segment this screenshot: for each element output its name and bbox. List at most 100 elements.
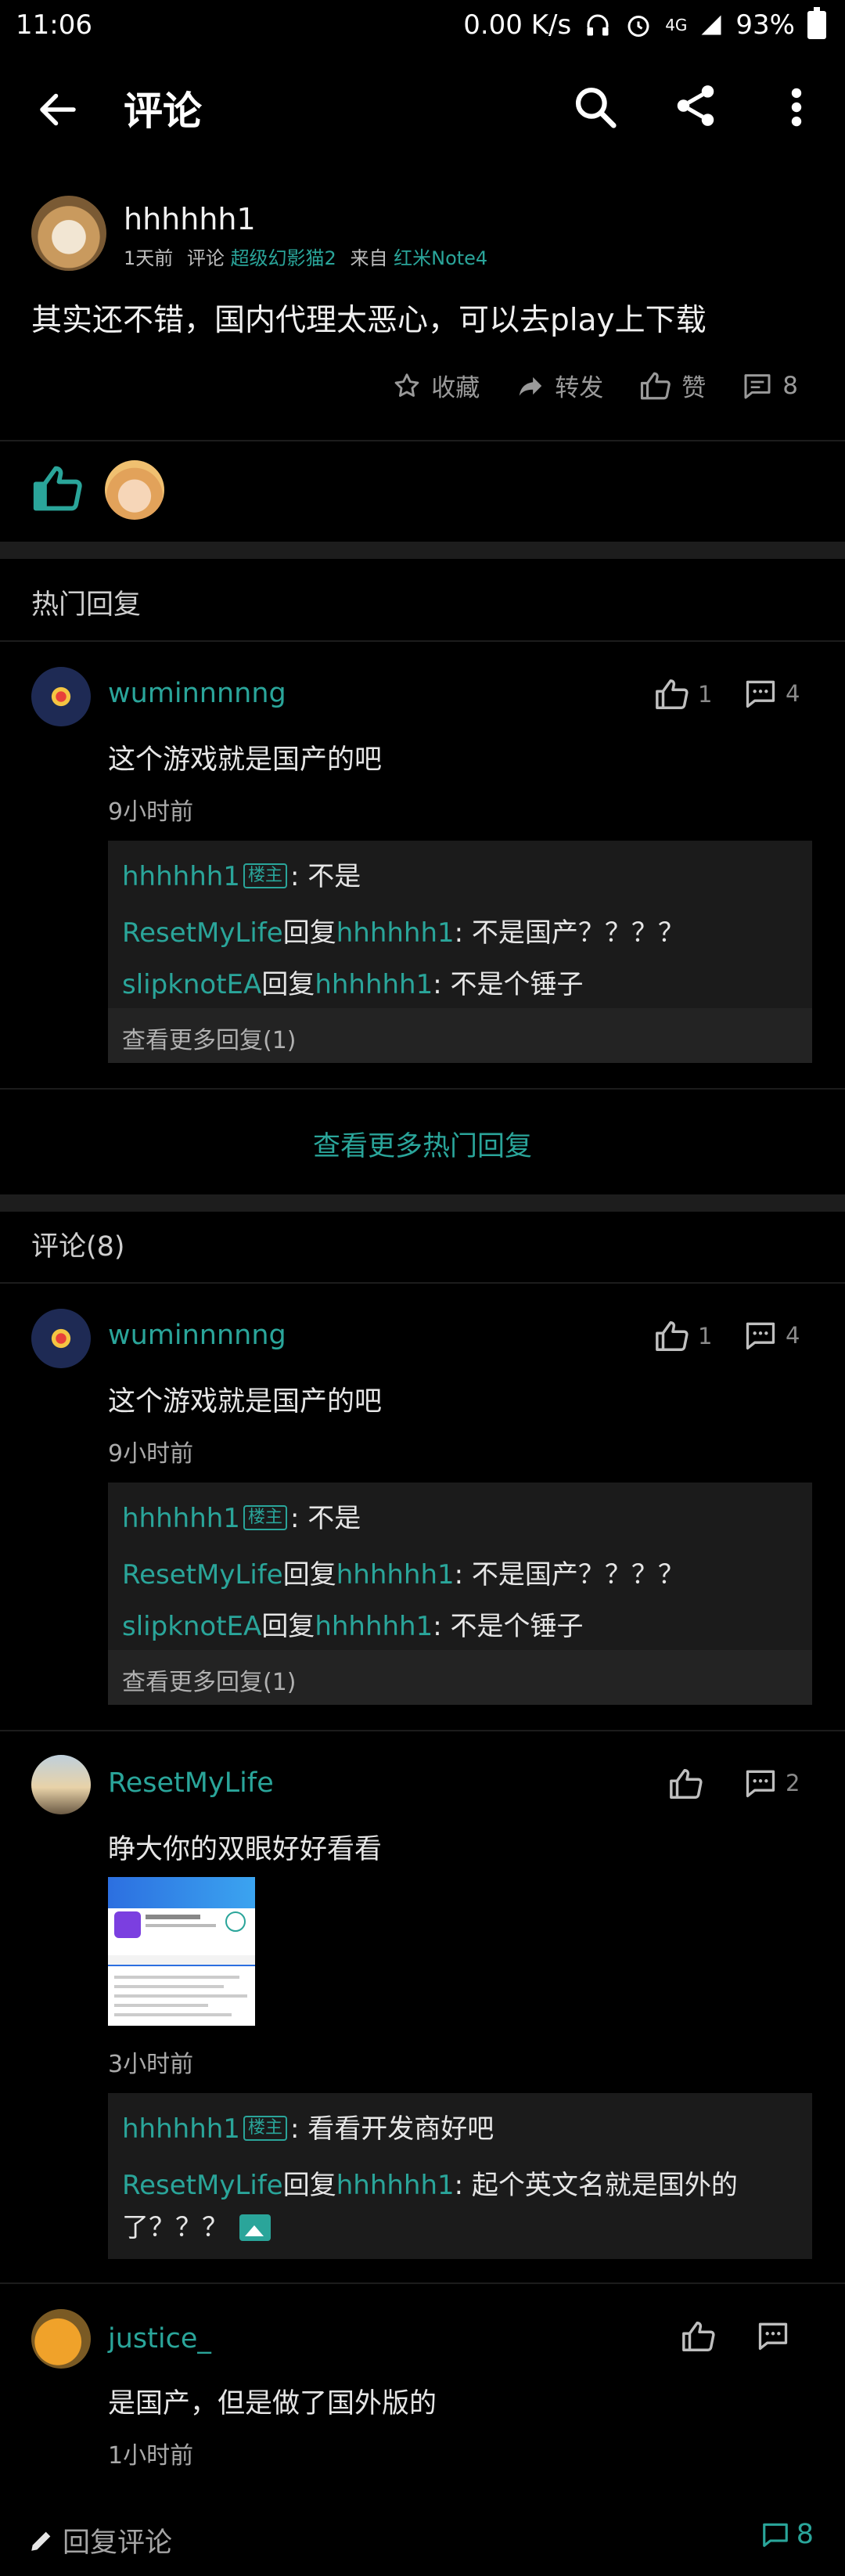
status-time: 11:06 [16, 9, 92, 41]
reply-line[interactable]: ResetMyLife回复hhhhhh1: 不是国产？？？？ [122, 911, 685, 949]
comment-avatar[interactable] [31, 1309, 91, 1368]
comment-image[interactable] [108, 1877, 255, 2026]
thumb-up-icon [656, 679, 689, 709]
reply-target[interactable]: hhhhhh1 [315, 1611, 433, 1642]
more-replies-button[interactable]: 查看更多回复(1) [108, 1650, 812, 1705]
reply-user[interactable]: hhhhhh1 [122, 2113, 240, 2145]
reply-line[interactable]: hhhhhh1 楼主: 不是 [122, 1497, 361, 1535]
post-game-link[interactable]: 超级幻影猫2 [231, 247, 336, 269]
comment-time: 1小时前 [108, 2442, 194, 2470]
more-hot-replies-button[interactable]: 查看更多热门回复 [0, 1124, 845, 1164]
image-icon[interactable] [239, 2214, 271, 2241]
divider [0, 640, 845, 642]
like-label: 赞 [681, 374, 707, 402]
reply-target[interactable]: hhhhhh1 [336, 917, 455, 949]
more-replies-label: 查看更多回复(1) [122, 1669, 297, 1696]
reply-user[interactable]: hhhhhh1 [122, 861, 240, 892]
reply-user[interactable]: slipknotEA [122, 969, 261, 1000]
reply-text: 了？？？ [122, 2212, 228, 2243]
page-title: 评论 [124, 88, 202, 134]
comment-icon [744, 373, 771, 398]
comment-like-button[interactable] [681, 2318, 717, 2354]
like-button[interactable]: 赞 [639, 368, 706, 403]
comments-count: 8 [782, 371, 798, 400]
thumb-up-icon [641, 372, 671, 399]
search-icon[interactable] [571, 83, 620, 132]
comment-reply-count: 4 [786, 1322, 800, 1349]
comment-reply-button[interactable]: 2 [743, 1766, 800, 1800]
owner-tag: 楼主 [243, 863, 287, 888]
comment-like-button[interactable]: 1 [654, 676, 712, 712]
comment-avatar[interactable] [31, 1755, 91, 1814]
reply-user[interactable]: ResetMyLife [122, 917, 283, 949]
more-replies-label: 查看更多回复(1) [122, 1027, 297, 1054]
reply-box: hhhhhh1 楼主: 看看开发商好吧 ResetMyLife回复hhhhhh1:… [108, 2093, 812, 2259]
reply-target[interactable]: hhhhhh1 [336, 2170, 455, 2201]
reply-text: : 看看开发商好吧 [289, 2113, 494, 2145]
comment-like-button[interactable]: 1 [654, 1318, 712, 1354]
battery-percent: 93% [735, 9, 795, 41]
comment-reply-button[interactable]: 4 [743, 1318, 800, 1353]
post-text: 其实还不错，国内代理太恶心，可以去play上下载 [31, 303, 707, 338]
reply-target[interactable]: hhhhhh1 [315, 969, 433, 1000]
divider [0, 440, 845, 441]
reply-text: : 不是国产？？？？ [454, 1559, 685, 1591]
divider [0, 1730, 845, 1731]
post-author-avatar[interactable] [31, 196, 106, 271]
comment-reply-button[interactable] [756, 2318, 790, 2353]
post-author-name[interactable]: hhhhhh1 [124, 202, 256, 236]
divider [0, 1282, 845, 1284]
network-type: 4G [665, 16, 688, 34]
more-replies-button[interactable]: 查看更多回复(1) [108, 1008, 812, 1063]
comment-like-button[interactable] [668, 1766, 704, 1802]
comment-avatar[interactable] [31, 2309, 91, 2369]
reply-line[interactable]: slipknotEA回复hhhhhh1: 不是个锤子 [122, 963, 584, 1001]
alarm-icon [627, 16, 649, 37]
comment-time: 3小时前 [108, 2051, 194, 2078]
reply-line[interactable]: ResetMyLife回复hhhhhh1: 不是国产？？？？ [122, 1553, 685, 1591]
reply-line[interactable]: hhhhhh1 楼主: 看看开发商好吧 [122, 2107, 494, 2145]
comment-time: 9小时前 [108, 798, 194, 826]
share-icon[interactable] [671, 81, 720, 130]
reply-comment-label: 回复评论 [63, 2527, 173, 2559]
post-meta: 1天前 评论 超级幻影猫2 来自 红米Note4 [124, 243, 487, 270]
comment-reply-button[interactable]: 4 [743, 676, 800, 711]
comment-text: 是国产，但是做了国外版的 [108, 2388, 437, 2419]
favorite-button[interactable]: 收藏 [392, 368, 480, 403]
post-device: 红米Note4 [394, 247, 488, 269]
comment-username[interactable]: wuminnnnng [108, 678, 286, 709]
liked-thumb-icon[interactable] [31, 462, 84, 515]
back-arrow-icon[interactable] [34, 86, 81, 133]
liker-avatar[interactable] [105, 460, 164, 520]
reply-user[interactable]: ResetMyLife [122, 1559, 283, 1591]
comment-icon [746, 680, 775, 708]
comment-username[interactable]: wuminnnnng [108, 1320, 286, 1351]
comment-avatar[interactable] [31, 667, 91, 726]
reply-target[interactable]: hhhhhh1 [336, 1559, 455, 1591]
favorite-label: 收藏 [431, 374, 480, 402]
reply-comment-button[interactable]: 回复评论 [28, 2520, 172, 2560]
post-actions: 收藏 转发 赞 8 [392, 368, 798, 403]
reply-user[interactable]: hhhhhh1 [122, 1503, 240, 1534]
comment-username[interactable]: justice_ [108, 2323, 211, 2354]
comment-count: 8 [796, 2519, 814, 2550]
post-comment-label: 评论 [186, 247, 225, 269]
comment-reply-count: 4 [786, 680, 800, 707]
comment-username[interactable]: ResetMyLife [108, 1767, 274, 1799]
reply-mid: 回复 [261, 1611, 315, 1642]
thumb-up-icon [656, 1321, 689, 1351]
comment-count-button[interactable]: 8 [760, 2519, 814, 2550]
reply-line[interactable]: ResetMyLife回复hhhhhh1: 起个英文名就是国外的 [122, 2163, 738, 2202]
reply-line[interactable]: hhhhhh1 楼主: 不是 [122, 855, 361, 893]
more-vert-icon[interactable] [781, 83, 812, 132]
thumb-up-icon [670, 1769, 703, 1799]
reply-text: : 不是 [289, 861, 361, 892]
repost-label: 转发 [555, 374, 604, 402]
reply-line[interactable]: slipknotEA回复hhhhhh1: 不是个锤子 [122, 1605, 584, 1643]
comments-button[interactable]: 8 [742, 370, 798, 402]
reply-user[interactable]: ResetMyLife [122, 2170, 283, 2201]
repost-button[interactable]: 转发 [516, 368, 603, 403]
reply-user[interactable]: slipknotEA [122, 1611, 261, 1642]
comment-icon [758, 2322, 788, 2351]
signal-icon [701, 15, 721, 35]
